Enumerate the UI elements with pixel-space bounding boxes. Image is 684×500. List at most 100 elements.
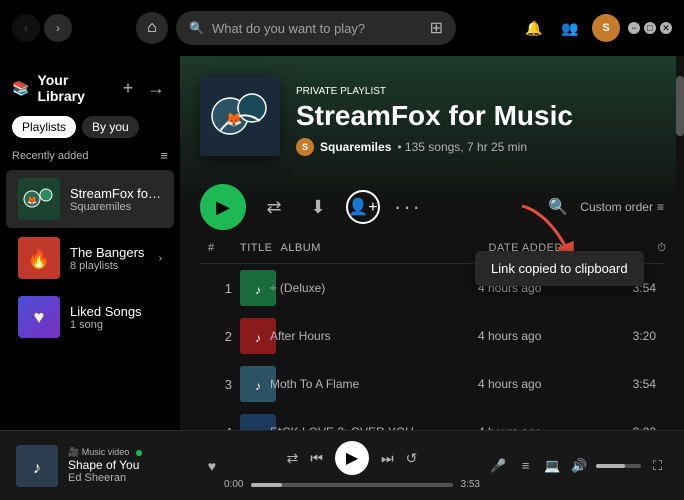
custom-order-label: Custom order bbox=[580, 200, 653, 214]
svg-text:♪: ♪ bbox=[255, 379, 261, 393]
playlist-info: • 135 songs, 7 hr 25 min bbox=[397, 140, 527, 154]
col-title: Title bbox=[240, 242, 272, 255]
time-total: 3:53 bbox=[461, 479, 480, 490]
recently-added-label: Recently added bbox=[12, 150, 88, 162]
track-duration: 3:54 bbox=[606, 377, 656, 391]
shuffle-player-button[interactable]: ⇄ bbox=[287, 450, 299, 467]
more-button[interactable]: ··· bbox=[392, 191, 424, 223]
track-date: 4 hours ago bbox=[478, 425, 598, 430]
sidebar-title-label: Your Library bbox=[37, 72, 116, 104]
action-row: ▶ ⇄ ⬇ 👤+ ··· 🔍 Custom order ≡ bbox=[180, 172, 684, 238]
track-info: ♪ STAY (with Justin Bieber) ✓EThe Kid LA… bbox=[240, 414, 262, 430]
np-type-label: Music video bbox=[82, 447, 130, 457]
forward-button[interactable]: › bbox=[44, 14, 72, 42]
track-row[interactable]: 2 ♪ Blinding Lights The Weeknd After Hou… bbox=[200, 312, 664, 360]
repeat-button[interactable]: ↺ bbox=[406, 450, 418, 467]
fullscreen-button[interactable]: ⛶ bbox=[647, 452, 668, 480]
liked-info: Liked Songs 1 song bbox=[70, 304, 162, 331]
next-button[interactable]: ⏭ bbox=[381, 450, 394, 467]
bottom-bar: ♪ 🎥 Music video Shape of You Ed Sheeran … bbox=[0, 430, 684, 500]
playlist-title: StreamFox for Music bbox=[296, 101, 664, 132]
shuffle-button[interactable]: ⇄ bbox=[258, 191, 290, 223]
heart-button[interactable]: ♥ bbox=[208, 458, 216, 474]
player-controls: ⇄ ⏮ ▶ ⏭ ↺ 0:00 3:53 bbox=[224, 441, 480, 490]
cover-art: 🦊 bbox=[200, 76, 280, 156]
volume-button[interactable]: 🔊 bbox=[569, 452, 590, 480]
now-playing-thumb: ♪ bbox=[16, 445, 58, 487]
window-buttons: − □ ✕ bbox=[628, 22, 672, 34]
lyrics-button[interactable]: 🎤 bbox=[488, 452, 509, 480]
playlist-header: 🦊 Private Playlist StreamFox for Music S… bbox=[180, 56, 684, 172]
track-duration: 3:20 bbox=[606, 329, 656, 343]
search-bar[interactable]: 🔍 ⊞ bbox=[176, 11, 456, 45]
back-button[interactable]: ‹ bbox=[12, 14, 40, 42]
streamfox-thumb: 🦊 bbox=[18, 178, 60, 220]
liked-thumb: ♥ bbox=[18, 296, 60, 338]
search-tracks-button[interactable]: 🔍 bbox=[548, 197, 568, 217]
maximize-button[interactable]: □ bbox=[644, 22, 656, 34]
prev-button[interactable]: ⏮ bbox=[310, 450, 323, 467]
owner-row: S Squaremiles • 135 songs, 7 hr 25 min bbox=[296, 138, 664, 156]
scrollbar-track bbox=[676, 56, 684, 430]
add-library-button[interactable]: + bbox=[116, 76, 140, 100]
scrollbar-thumb[interactable] bbox=[676, 76, 684, 136]
playlist-meta: Private Playlist StreamFox for Music S S… bbox=[296, 86, 664, 156]
sidebar: 📚 Your Library + → Playlists By you Rece… bbox=[0, 56, 180, 430]
topbar-right: 🔔 👥 S − □ ✕ bbox=[520, 14, 672, 42]
controls-row: ⇄ ⏮ ▶ ⏭ ↺ bbox=[287, 441, 418, 475]
library-item-liked[interactable]: ♥ Liked Songs 1 song bbox=[6, 288, 174, 346]
bangers-arrow: › bbox=[159, 253, 162, 264]
search-input[interactable] bbox=[212, 21, 422, 36]
svg-text:♪: ♪ bbox=[255, 283, 261, 297]
volume-fill bbox=[596, 464, 625, 468]
liked-name: Liked Songs bbox=[70, 304, 162, 319]
playlist-type-label: Private Playlist bbox=[296, 86, 664, 97]
tooltip-text: Link copied to clipboard bbox=[491, 261, 628, 276]
progress-fill bbox=[251, 483, 281, 487]
col-album: Album bbox=[280, 242, 480, 255]
track-album: ÷ (Deluxe) bbox=[270, 281, 470, 295]
close-button[interactable]: ✕ bbox=[660, 22, 672, 34]
playlist-owner: Squaremiles bbox=[320, 140, 391, 154]
right-controls: 🎤 ≡ 💻 🔊 ⛶ bbox=[488, 452, 668, 480]
topbar: ‹ › ⌂ 🔍 ⊞ 🔔 👥 S − □ ✕ bbox=[0, 0, 684, 56]
sort-library-button[interactable]: ≡ bbox=[160, 148, 168, 163]
main-area: 📚 Your Library + → Playlists By you Rece… bbox=[0, 56, 684, 430]
track-album: F*CK LOVE 3: OVER YOU bbox=[270, 425, 470, 430]
progress-bar[interactable] bbox=[251, 483, 452, 487]
liked-sub: 1 song bbox=[70, 319, 162, 331]
library-item-bangers[interactable]: 🔥 The Bangers 8 playlists › bbox=[6, 229, 174, 287]
filter-playlists-button[interactable]: Playlists bbox=[12, 116, 76, 138]
custom-order-control[interactable]: Custom order ≡ bbox=[580, 200, 664, 214]
nav-arrows: ‹ › bbox=[12, 14, 72, 42]
notifications-button[interactable]: 🔔 bbox=[520, 14, 548, 42]
streamfox-info: StreamFox for Music Squaremiles bbox=[70, 186, 162, 213]
volume-bar[interactable] bbox=[596, 464, 641, 468]
library-item-streamfox[interactable]: 🦊 StreamFox for Music Squaremiles bbox=[6, 170, 174, 228]
queue-button[interactable]: ≡ bbox=[515, 452, 536, 480]
add-follower-button[interactable]: 👤+ bbox=[346, 190, 380, 224]
search-icon: 🔍 bbox=[189, 21, 204, 35]
filter-row: Playlists By you bbox=[0, 112, 180, 146]
expand-library-button[interactable]: → bbox=[144, 76, 168, 100]
svg-text:♪: ♪ bbox=[255, 427, 261, 430]
filter-by-you-button[interactable]: By you bbox=[82, 116, 139, 138]
track-info: ♪ Shape of You ✓Ed Sheeran bbox=[240, 270, 262, 306]
track-date: 4 hours ago bbox=[478, 329, 598, 343]
avatar[interactable]: S bbox=[592, 14, 620, 42]
track-row[interactable]: 4 ♪ STAY (with Justin Bieber) ✓EThe Kid … bbox=[200, 408, 664, 430]
track-row[interactable]: 3 ♪ Moth To A Flame with The... Swedish … bbox=[200, 360, 664, 408]
play-pause-button[interactable]: ▶ bbox=[335, 441, 369, 475]
download-button[interactable]: ⬇ bbox=[302, 191, 334, 223]
track-album: Moth To A Flame bbox=[270, 377, 470, 391]
now-playing-info: 🎥 Music video Shape of You Ed Sheeran bbox=[68, 447, 198, 484]
np-artist: Ed Sheeran bbox=[68, 472, 198, 484]
np-type: 🎥 Music video bbox=[68, 447, 198, 458]
play-button[interactable]: ▶ bbox=[200, 184, 246, 230]
svg-text:🦊: 🦊 bbox=[225, 111, 242, 127]
devices-button[interactable]: 💻 bbox=[542, 452, 563, 480]
time-current: 0:00 bbox=[224, 479, 243, 490]
home-button[interactable]: ⌂ bbox=[136, 12, 168, 44]
friends-button[interactable]: 👥 bbox=[556, 14, 584, 42]
minimize-button[interactable]: − bbox=[628, 22, 640, 34]
